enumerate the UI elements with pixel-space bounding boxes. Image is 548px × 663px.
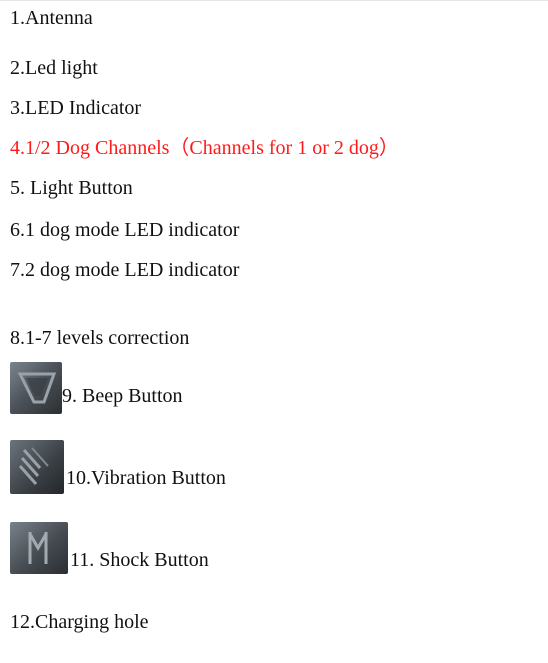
shock-button-label: 11. Shock Button bbox=[70, 549, 209, 571]
list-item-levels-correction: 8.1-7 levels correction bbox=[10, 327, 190, 349]
list-item-light-button: 5. Light Button bbox=[10, 177, 133, 199]
beep-button-icon bbox=[10, 362, 62, 414]
list-item-led-indicator: 3.LED Indicator bbox=[10, 97, 142, 119]
list-item-charging-hole: 12.Charging hole bbox=[10, 611, 149, 633]
list-item-dog-channels: 4.1/2 Dog Channels（Channels for 1 or 2 d… bbox=[10, 137, 399, 159]
list-item-1-dog-mode-led: 6.1 dog mode LED indicator bbox=[10, 219, 240, 241]
list-item-beep-button: 9. Beep Button bbox=[10, 362, 510, 414]
shock-button-icon bbox=[10, 522, 68, 574]
vibration-button-label: 10.Vibration Button bbox=[66, 467, 226, 489]
list-item-vibration-button: 10.Vibration Button bbox=[10, 440, 510, 494]
list-item-2-dog-mode-led: 7.2 dog mode LED indicator bbox=[10, 259, 240, 281]
top-divider bbox=[0, 0, 548, 1]
beep-button-label: 9. Beep Button bbox=[62, 385, 183, 407]
list-item-led-light: 2.Led light bbox=[10, 57, 98, 79]
list-item-shock-button: 11. Shock Button bbox=[10, 522, 510, 574]
vibration-button-icon bbox=[10, 440, 64, 494]
list-item-antenna: 1.Antenna bbox=[10, 7, 93, 29]
